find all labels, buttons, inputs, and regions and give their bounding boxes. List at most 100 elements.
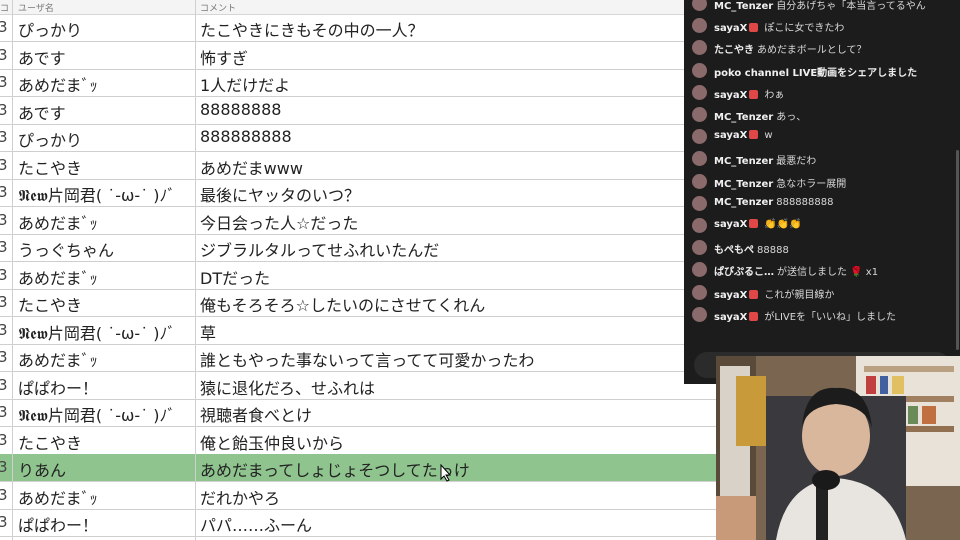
row-comment: DTだった (200, 268, 271, 288)
table-row[interactable]: 3 𝕹𝖊𝖜片岡君( ˙-ω-˙ )ﾉﾞ 草 (0, 317, 716, 345)
avatar[interactable] (692, 129, 707, 145)
webcam-image (716, 356, 960, 540)
table-row[interactable]: 3 あめだまﾞｯ 今日会った人☆だった (0, 207, 716, 235)
chat-username[interactable]: MC_Tenzer (714, 179, 773, 190)
chat-text: 👏👏👏 (764, 219, 802, 230)
chat-username[interactable]: sayaX (714, 290, 747, 301)
header-num: コ (0, 4, 10, 14)
badge-icon (749, 219, 759, 228)
avatar[interactable] (692, 262, 707, 278)
row-username: たこやき (18, 158, 83, 178)
row-username: ぴっかり (18, 131, 83, 150)
row-number: 3 (0, 18, 8, 36)
table-row[interactable]: 3 うっぐちゃん ジブラルタルってせふれいたんだ (0, 234, 716, 262)
chat-message: MC_Tenzer 888888888 (690, 194, 952, 214)
chat-message: poko channel LIVE動画をシェアしました (690, 61, 952, 81)
row-comment: 俺もそろそろ☆したいのにさせてくれん (200, 296, 486, 315)
chat-username[interactable]: MC_Tenzer (714, 1, 773, 12)
chat-username[interactable]: sayaX (714, 219, 747, 230)
row-username: たこやき (18, 433, 83, 453)
row-number: 3 (0, 458, 8, 476)
row-comment: 今日会った人☆だった (200, 213, 359, 233)
table-row[interactable]: 3 ぴっかり 888888888 (0, 124, 716, 152)
chat-text: あっ、 (776, 112, 807, 123)
row-comment: 俺と飴玉仲良いから (200, 433, 345, 453)
table-row[interactable]: 3 あです 88888888 (0, 97, 716, 125)
chat-text: 88888 (757, 245, 789, 257)
row-username: たこやき (18, 296, 83, 315)
column-divider (12, 0, 13, 540)
avatar[interactable] (692, 173, 707, 189)
avatar[interactable] (692, 107, 707, 122)
badge-icon (749, 89, 759, 99)
chat-username[interactable]: MC_Tenzer (714, 156, 773, 167)
table-row[interactable]: 3 たこやき 俺もそろそろ☆したいのにさせてくれん (0, 289, 716, 317)
row-username: 𝕹𝖊𝖜片岡君( ˙-ω-˙ )ﾉﾞ (18, 406, 176, 425)
chat-message: MC_Tenzer 最悪だわ (690, 149, 952, 169)
chat-username[interactable]: sayaX (714, 23, 747, 34)
table-row[interactable]: 3 ぱぱわー！ パパ……ふーん (0, 509, 716, 537)
avatar[interactable] (692, 0, 707, 11)
avatar[interactable] (692, 218, 707, 233)
table-row-selected[interactable]: 3 りあん あめだまってしょじょそつしてたっけ (0, 454, 716, 482)
chat-text: ぽこに女できたわ (764, 23, 845, 35)
avatar[interactable] (692, 306, 707, 322)
table-row[interactable]: 3 ぱぱわー！ 猿に退化だろ、せふれは (0, 372, 716, 400)
table-row[interactable]: 3 あめだまﾞｯ だれかやろ (0, 482, 716, 510)
avatar[interactable] (692, 84, 707, 100)
row-comment: 1人だけだよ (200, 76, 291, 95)
chat-text: 888888888 (776, 196, 834, 208)
table-row[interactable]: 3 あめだまﾞｯ DTだった (0, 262, 716, 290)
avatar[interactable] (692, 284, 707, 300)
chat-username[interactable]: sayaX (714, 312, 747, 323)
row-comment: ジブラルタルってせふれいたんだ (200, 241, 440, 260)
row-number: 3 (0, 238, 8, 256)
row-number: 3 (0, 128, 8, 146)
header-comment: コメント (200, 4, 237, 14)
header-user: ユーザ名 (18, 4, 54, 14)
chat-message: MC_Tenzer あっ、 (690, 105, 952, 125)
avatar[interactable] (692, 62, 707, 78)
chat-message: MC_Tenzer 急なホラー展開 (690, 172, 952, 192)
chat-username[interactable]: sayaX (714, 90, 747, 101)
chat-username[interactable]: sayaX (714, 130, 747, 141)
table-row[interactable]: 3 𝕹𝖊𝖜片岡君( ˙-ω-˙ )ﾉﾞ 最後にヤッタのいつ？ (0, 179, 716, 207)
row-number: 3 (0, 348, 8, 366)
row-comment: 最後にヤッタのいつ？ (200, 186, 361, 205)
row-comment: 88888888 (200, 99, 282, 119)
chat-message: たこやき あめだまボールとして？ (690, 38, 952, 58)
avatar[interactable] (692, 240, 707, 256)
table-row[interactable]: 3 たこやき 俺と飴玉仲良いから (0, 427, 716, 455)
chat-text: 自分あげちゃ「本当言ってるやん (776, 1, 926, 12)
row-number: 3 (0, 375, 8, 394)
row-comment: パパ……ふーん (200, 516, 313, 535)
table-row[interactable]: 3 あめだまﾞｯ 1人だけだよ (0, 69, 716, 97)
table-row[interactable]: 3 あです 怖すぎ (0, 42, 716, 70)
chat-username[interactable]: poko channel LIVE動画をシェアしました (714, 68, 917, 79)
row-comment: 888888888 (200, 127, 292, 146)
avatar[interactable] (692, 195, 707, 211)
row-comment: 草 (200, 323, 217, 343)
chat-message: sayaX 👏👏👏 (690, 216, 952, 236)
chat-username[interactable]: もぺもぺ (714, 245, 754, 256)
avatar[interactable] (692, 151, 707, 167)
table-row[interactable]: 3 あめだまﾞｯ 誰ともやった事ないって言ってて可愛かったわ (0, 344, 716, 372)
chat-username[interactable]: MC_Tenzer (714, 197, 773, 208)
chat-text: 最悪だわ (776, 156, 817, 168)
avatar[interactable] (692, 18, 707, 34)
table-row[interactable]: 3 ぴっかり たこやきにきもその中の一人？ (0, 14, 716, 42)
chat-username[interactable]: MC_Tenzer (714, 112, 773, 123)
chat-scrollbar[interactable] (956, 150, 959, 350)
row-comment: 誰ともやった事ないって言ってて可愛かったわ (200, 351, 535, 370)
chat-username[interactable]: ぱぴぷるこ… (714, 267, 774, 278)
chat-message: sayaX w (690, 127, 952, 147)
chat-message: sayaX これが親目線か (690, 283, 952, 303)
table-row[interactable]: 3 𝕹𝖊𝖜片岡君( ˙-ω-˙ )ﾉﾞ 視聴者食べとけ (0, 399, 716, 427)
row-username: うっぐちゃん (18, 241, 115, 260)
chat-text: が送信しました 🌹 x1 (777, 267, 879, 279)
row-number: 3 (0, 320, 8, 339)
table-row[interactable]: 3 たこやき あめだまwww (0, 152, 716, 180)
chat-message: sayaX ぽこに女できたわ (690, 16, 952, 36)
avatar[interactable] (692, 40, 707, 56)
chat-username[interactable]: たこやき (714, 45, 754, 56)
